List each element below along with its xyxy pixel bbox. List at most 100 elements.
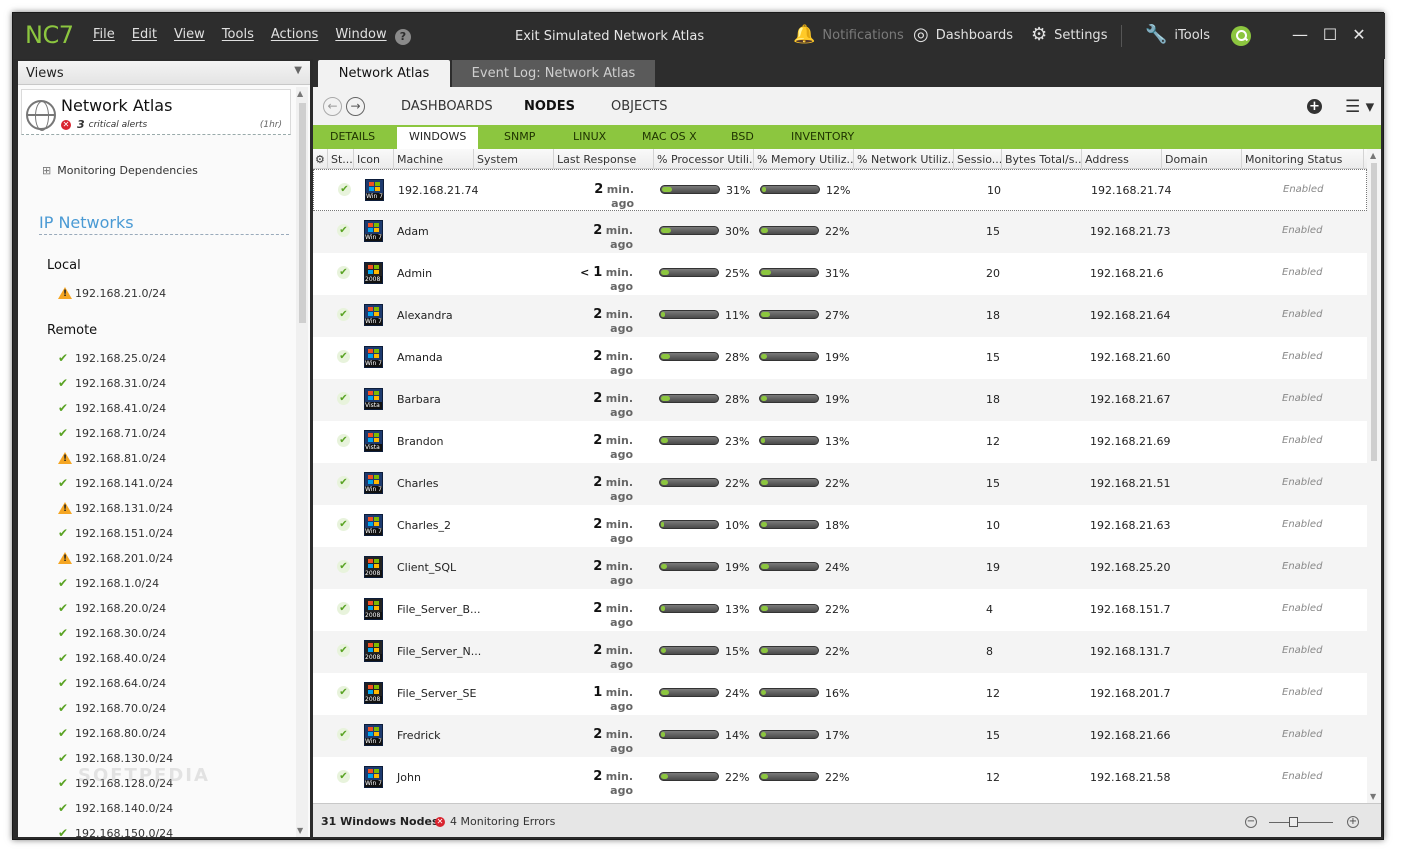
scroll-down-icon[interactable]: ▼ bbox=[297, 826, 303, 835]
col-machine[interactable]: Machine bbox=[394, 149, 474, 169]
forward-icon[interactable]: → bbox=[346, 97, 365, 116]
col-monitoring-status[interactable]: Monitoring Status bbox=[1242, 149, 1364, 169]
pin-icon[interactable]: ▼ bbox=[294, 65, 302, 76]
critical-alerts[interactable]: ✕ 3 critical alerts bbox=[61, 118, 147, 131]
col-bytes[interactable]: Bytes Total/s... bbox=[1002, 149, 1082, 169]
table-row[interactable]: ✔ Win 7 Charles_2 2 min. ago 10% 18% 10 192.168… bbox=[313, 505, 1367, 547]
network-item[interactable]: 192.168.21.0/24 bbox=[58, 285, 166, 301]
zoom-in-icon[interactable]: + bbox=[1347, 816, 1359, 828]
network-item[interactable]: ✔ 192.168.25.0/24 bbox=[58, 350, 166, 366]
scroll-up-icon[interactable]: ▲ bbox=[1370, 151, 1376, 160]
table-row[interactable]: ✔ Win 7 Adam 2 min. ago 30% 22% 15 192.168.21.7… bbox=[313, 211, 1367, 253]
network-item[interactable]: 192.168.131.0/24 bbox=[58, 500, 173, 516]
table-row[interactable]: ✔ 2008 File_Server_N... 2 min. ago 15% 22% 8 19… bbox=[313, 631, 1367, 673]
table-scrollbar[interactable]: ▲ ▼ bbox=[1367, 149, 1381, 803]
tab-event-log[interactable]: Event Log: Network Atlas bbox=[452, 60, 655, 87]
zoom-slider[interactable] bbox=[1269, 822, 1333, 823]
col-domain[interactable]: Domain bbox=[1162, 149, 1242, 169]
network-item[interactable]: ✔ 192.168.31.0/24 bbox=[58, 375, 166, 391]
network-item[interactable]: ✔ 192.168.140.0/24 bbox=[58, 800, 173, 816]
subtab-linux[interactable]: LINUX bbox=[573, 130, 606, 143]
col-system[interactable]: System bbox=[474, 149, 554, 169]
network-item[interactable]: ✔ 192.168.70.0/24 bbox=[58, 700, 166, 716]
network-item[interactable]: ✔ 192.168.151.0/24 bbox=[58, 525, 173, 541]
subtab-bsd[interactable]: BSD bbox=[731, 130, 754, 143]
table-row[interactable]: ✔ Win 7 Alexandra 2 min. ago 11% 27% 18 192.168… bbox=[313, 295, 1367, 337]
exit-simulation-button[interactable]: Exit Simulated Network Atlas bbox=[515, 29, 704, 44]
col-status[interactable]: St... bbox=[328, 149, 354, 169]
zoom-slider-handle[interactable] bbox=[1289, 817, 1298, 827]
table-row[interactable]: ✔ Win 7 Fredrick 2 min. ago 14% 17% 15 192.168.… bbox=[313, 715, 1367, 757]
network-atlas-item[interactable]: Network Atlas ✕ 3 critical alerts (1hr) bbox=[21, 89, 291, 135]
network-item[interactable]: ✔ 192.168.64.0/24 bbox=[58, 675, 166, 691]
col-last-response[interactable]: Last Response bbox=[554, 149, 654, 169]
monitoring-dependencies-item[interactable]: ⊞ Monitoring Dependencies bbox=[42, 164, 198, 177]
subtab-details[interactable]: DETAILS bbox=[330, 130, 375, 143]
table-row[interactable]: ✔ 2008 File_Server_SE 1 min. ago 24% 16% 12 192… bbox=[313, 673, 1367, 715]
network-item[interactable]: ✔ 192.168.150.0/24 bbox=[58, 825, 173, 837]
col-sessions[interactable]: Sessio... bbox=[954, 149, 1002, 169]
settings-button[interactable]: ⚙ Settings bbox=[1031, 26, 1107, 44]
column-settings-icon[interactable]: ⚙ bbox=[313, 149, 328, 169]
subtab-windows[interactable]: WINDOWS bbox=[397, 127, 479, 149]
network-item[interactable]: ✔ 192.168.40.0/24 bbox=[58, 650, 166, 666]
network-item[interactable]: 192.168.201.0/24 bbox=[58, 550, 173, 566]
help-icon[interactable]: ? bbox=[395, 29, 411, 45]
close-button[interactable]: ✕ bbox=[1350, 25, 1368, 44]
menu-window[interactable]: Window bbox=[335, 27, 386, 42]
col-network[interactable]: % Network Utiliz... bbox=[854, 149, 954, 169]
table-row[interactable]: ✔ Win 7 John 2 min. ago 22% 22% 12 192.168.21.5… bbox=[313, 757, 1367, 799]
maximize-button[interactable]: ☐ bbox=[1321, 25, 1339, 44]
col-address[interactable]: Address bbox=[1082, 149, 1162, 169]
table-row[interactable]: ✔ 2008 File_Server_B... 2 min. ago 13% 22% 4 19… bbox=[313, 589, 1367, 631]
menu-edit[interactable]: Edit bbox=[132, 27, 157, 42]
table-row[interactable]: ✔ Win 7 Charles 2 min. ago 22% 22% 15 192.168.2… bbox=[313, 463, 1367, 505]
table-row[interactable]: ✔ 2008 Client_SQL 2 min. ago 19% 24% 19 192.168… bbox=[313, 547, 1367, 589]
menu-view[interactable]: View bbox=[174, 27, 205, 42]
add-icon[interactable]: + bbox=[1307, 99, 1322, 114]
network-item[interactable]: ✔ 192.168.30.0/24 bbox=[58, 625, 166, 641]
nav-nodes[interactable]: NODES bbox=[524, 99, 575, 114]
itools-button[interactable]: 🔧 iTools bbox=[1145, 26, 1210, 44]
search-icon[interactable] bbox=[1231, 26, 1251, 46]
network-item[interactable]: ✔ 192.168.1.0/24 bbox=[58, 575, 159, 591]
notifications-button[interactable]: 🔔 Notifications bbox=[793, 26, 904, 44]
network-item[interactable]: ✔ 192.168.141.0/24 bbox=[58, 475, 173, 491]
back-icon[interactable]: ← bbox=[323, 97, 342, 116]
minimize-button[interactable]: — bbox=[1291, 25, 1309, 44]
dashboards-button[interactable]: ◎ Dashboards bbox=[913, 26, 1013, 44]
col-memory[interactable]: % Memory Utiliz... bbox=[754, 149, 854, 169]
table-row[interactable]: ✔ 2008 Admin < 1 min. ago 25% 31% 20 192.168.21… bbox=[313, 253, 1367, 295]
scrollbar-thumb[interactable] bbox=[1371, 163, 1377, 461]
menu-file[interactable]: File bbox=[93, 27, 115, 42]
monitoring-errors-link[interactable]: ✕ 4 Monitoring Errors bbox=[435, 815, 555, 828]
menu-actions[interactable]: Actions bbox=[271, 27, 319, 42]
table-row[interactable]: ✔ Vista Brandon 2 min. ago 23% 13% 12 192.168.2… bbox=[313, 421, 1367, 463]
zoom-out-icon[interactable]: − bbox=[1245, 816, 1257, 828]
table-row[interactable]: ✔ Win 7 Amanda 2 min. ago 28% 19% 15 192.168.21… bbox=[313, 337, 1367, 379]
scroll-up-icon[interactable]: ▲ bbox=[297, 89, 303, 98]
network-item[interactable]: ✔ 192.168.80.0/24 bbox=[58, 725, 166, 741]
tab-network-atlas[interactable]: Network Atlas bbox=[318, 60, 450, 87]
network-item[interactable]: ✔ 192.168.41.0/24 bbox=[58, 400, 166, 416]
check-icon: ✔ bbox=[338, 183, 351, 196]
menu-tools[interactable]: Tools bbox=[222, 27, 254, 42]
subtab-inventory[interactable]: INVENTORY bbox=[791, 130, 854, 143]
table-row[interactable]: ✔ Vista Barbara 2 min. ago 28% 19% 18 192.168.2… bbox=[313, 379, 1367, 421]
network-item[interactable]: ✔ 192.168.130.0/24 bbox=[58, 750, 173, 766]
sidebar-scrollbar[interactable]: ▲ ▼ bbox=[296, 87, 308, 837]
processor-bar bbox=[659, 352, 719, 361]
nav-dashboards[interactable]: DASHBOARDS bbox=[401, 99, 493, 114]
network-item[interactable]: ✔ 192.168.20.0/24 bbox=[58, 600, 166, 616]
table-row[interactable]: ✔ Win 7 192.168.21.74 2 min. ago 31% 12% 10 192… bbox=[313, 169, 1367, 211]
col-processor[interactable]: % Processor Utili... bbox=[654, 149, 754, 169]
subtab-snmp[interactable]: SNMP bbox=[504, 130, 535, 143]
menu-icon[interactable]: ☰ ▾ bbox=[1345, 97, 1374, 117]
scrollbar-thumb[interactable] bbox=[299, 103, 306, 323]
network-item[interactable]: 192.168.81.0/24 bbox=[58, 450, 166, 466]
scroll-down-icon[interactable]: ▼ bbox=[1370, 792, 1376, 801]
nav-objects[interactable]: OBJECTS bbox=[611, 99, 667, 114]
network-item[interactable]: ✔ 192.168.71.0/24 bbox=[58, 425, 166, 441]
subtab-macosx[interactable]: MAC OS X bbox=[642, 130, 697, 143]
col-icon[interactable]: Icon bbox=[354, 149, 394, 169]
